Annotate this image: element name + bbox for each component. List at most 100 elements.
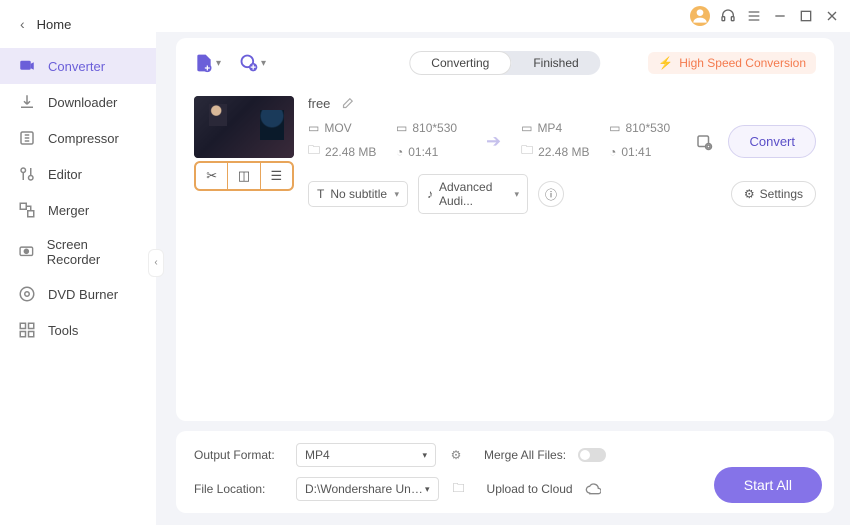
sidebar-item-label: Screen Recorder <box>47 237 138 267</box>
target-meta: ▭MP4 ▭810*530 🗀22.48 MB ◔01:41 <box>521 121 679 162</box>
chevron-down-icon: ▾ <box>514 189 519 200</box>
scissors-icon: ✂ <box>206 168 217 183</box>
dvd-burner-icon <box>18 285 36 303</box>
list-icon: ☰ <box>270 168 282 183</box>
source-resolution: 810*530 <box>412 121 457 135</box>
info-icon: ⓘ <box>545 186 557 203</box>
sidebar-item-merger[interactable]: Merger <box>0 192 156 228</box>
sidebar-item-label: Downloader <box>48 95 117 110</box>
compressor-icon <box>18 129 36 147</box>
item-settings-button[interactable] <box>695 133 713 151</box>
audio-value: Advanced Audi... <box>439 180 508 208</box>
tab-finished[interactable]: Finished <box>511 51 600 75</box>
minimize-icon[interactable] <box>772 8 788 24</box>
source-format: MOV <box>324 121 351 135</box>
crop-button[interactable]: ◫ <box>228 163 260 189</box>
folder-icon: 🗀 <box>308 141 320 162</box>
sidebar-item-screen-recorder[interactable]: Screen Recorder <box>0 228 156 276</box>
sidebar-item-downloader[interactable]: Downloader <box>0 84 156 120</box>
gear-icon: ⚙ <box>744 187 755 201</box>
sidebar: ‹ Home Converter Downloader Compressor E… <box>0 0 156 525</box>
back-icon: ‹ <box>20 16 25 32</box>
sidebar-collapse-handle[interactable]: ‹ <box>148 249 164 277</box>
clock-icon: ◔ <box>609 145 616 159</box>
sidebar-item-label: Converter <box>48 59 105 74</box>
add-file-icon <box>194 53 214 73</box>
source-size: 22.48 MB <box>325 145 376 159</box>
maximize-icon[interactable] <box>798 8 814 24</box>
resolution-icon: ▭ <box>609 121 620 135</box>
audio-icon: ♪ <box>427 187 433 201</box>
target-duration: 01:41 <box>621 145 651 159</box>
video-icon: ▭ <box>521 121 532 135</box>
status-tabs: Converting Finished <box>409 51 600 75</box>
format-settings-button[interactable]: ⚙ <box>448 447 464 463</box>
merge-label: Merge All Files: <box>484 448 566 462</box>
chevron-down-icon: ▾ <box>261 58 266 69</box>
add-url-button[interactable]: ▾ <box>239 53 266 73</box>
chevron-down-icon: ▾ <box>425 484 430 495</box>
high-speed-conversion-button[interactable]: ⚡ High Speed Conversion <box>648 52 816 74</box>
file-location-select[interactable]: D:\Wondershare UniConverter 1 ▾ <box>296 477 439 501</box>
file-location-value: D:\Wondershare UniConverter 1 <box>305 482 425 496</box>
cloud-upload-button[interactable] <box>585 481 601 497</box>
convert-button[interactable]: Convert <box>728 125 816 158</box>
folder-icon: 🗀 <box>521 141 533 162</box>
source-meta: ▭MOV ▭810*530 🗀22.48 MB ◔01:41 <box>308 121 466 162</box>
conversion-item: ✂ ◫ ☰ free ▭ MOV ▭ 810*530 <box>194 96 816 214</box>
subtitle-value: No subtitle <box>330 187 387 201</box>
tools-icon <box>18 321 36 339</box>
add-file-button[interactable]: ▾ <box>194 53 221 73</box>
home-nav[interactable]: ‹ Home <box>0 8 156 40</box>
arrow-right-icon: ➔ <box>486 131 501 152</box>
subtitle-icon: T <box>317 187 324 201</box>
more-tools-button[interactable]: ☰ <box>261 163 292 189</box>
chevron-down-icon: ▾ <box>216 58 221 69</box>
sidebar-item-compressor[interactable]: Compressor <box>0 120 156 156</box>
audio-select[interactable]: ♪ Advanced Audi... ▾ <box>418 174 528 214</box>
clock-icon: ◔ <box>396 145 403 159</box>
sidebar-item-label: Tools <box>48 323 78 338</box>
start-all-button[interactable]: Start All <box>714 467 822 503</box>
file-location-label: File Location: <box>194 482 284 496</box>
open-folder-button[interactable]: 🗀 <box>451 481 467 497</box>
sidebar-item-label: Editor <box>48 167 82 182</box>
close-icon[interactable] <box>824 8 840 24</box>
tab-converting[interactable]: Converting <box>409 51 511 75</box>
merge-toggle[interactable] <box>578 448 606 462</box>
item-settings-dropdown[interactable]: ⚙ Settings <box>731 181 816 207</box>
sidebar-item-converter[interactable]: Converter <box>0 48 156 84</box>
screen-recorder-icon <box>18 243 35 261</box>
target-format: MP4 <box>537 121 562 135</box>
edit-title-button[interactable] <box>340 97 354 111</box>
output-format-label: Output Format: <box>194 448 284 462</box>
settings-label: Settings <box>760 187 803 201</box>
converter-panel: ▾ ▾ Converting Finished ⚡ High Speed Con… <box>176 38 834 421</box>
info-button[interactable]: ⓘ <box>538 181 564 207</box>
video-icon: ▭ <box>308 121 319 135</box>
editor-icon <box>18 165 36 183</box>
user-avatar-icon[interactable] <box>690 6 710 26</box>
video-thumbnail[interactable] <box>194 96 294 158</box>
downloader-icon <box>18 93 36 111</box>
sidebar-item-dvd-burner[interactable]: DVD Burner <box>0 276 156 312</box>
resolution-icon: ▭ <box>396 121 407 135</box>
sidebar-item-tools[interactable]: Tools <box>0 312 156 348</box>
output-format-value: MP4 <box>305 448 330 462</box>
crop-icon: ◫ <box>238 168 250 183</box>
thumb-tools: ✂ ◫ ☰ <box>194 161 294 191</box>
add-url-icon <box>239 53 259 73</box>
titlebar <box>156 0 850 32</box>
trim-button[interactable]: ✂ <box>196 163 228 189</box>
item-title: free <box>308 96 330 111</box>
subtitle-select[interactable]: T No subtitle ▾ <box>308 181 408 207</box>
output-format-select[interactable]: MP4 ▾ <box>296 443 436 467</box>
sidebar-item-label: DVD Burner <box>48 287 118 302</box>
target-resolution: 810*530 <box>625 121 670 135</box>
headset-icon[interactable] <box>720 8 736 24</box>
sidebar-item-label: Compressor <box>48 131 119 146</box>
menu-icon[interactable] <box>746 8 762 24</box>
converter-icon <box>18 57 36 75</box>
hsc-label: High Speed Conversion <box>679 56 806 70</box>
sidebar-item-editor[interactable]: Editor <box>0 156 156 192</box>
